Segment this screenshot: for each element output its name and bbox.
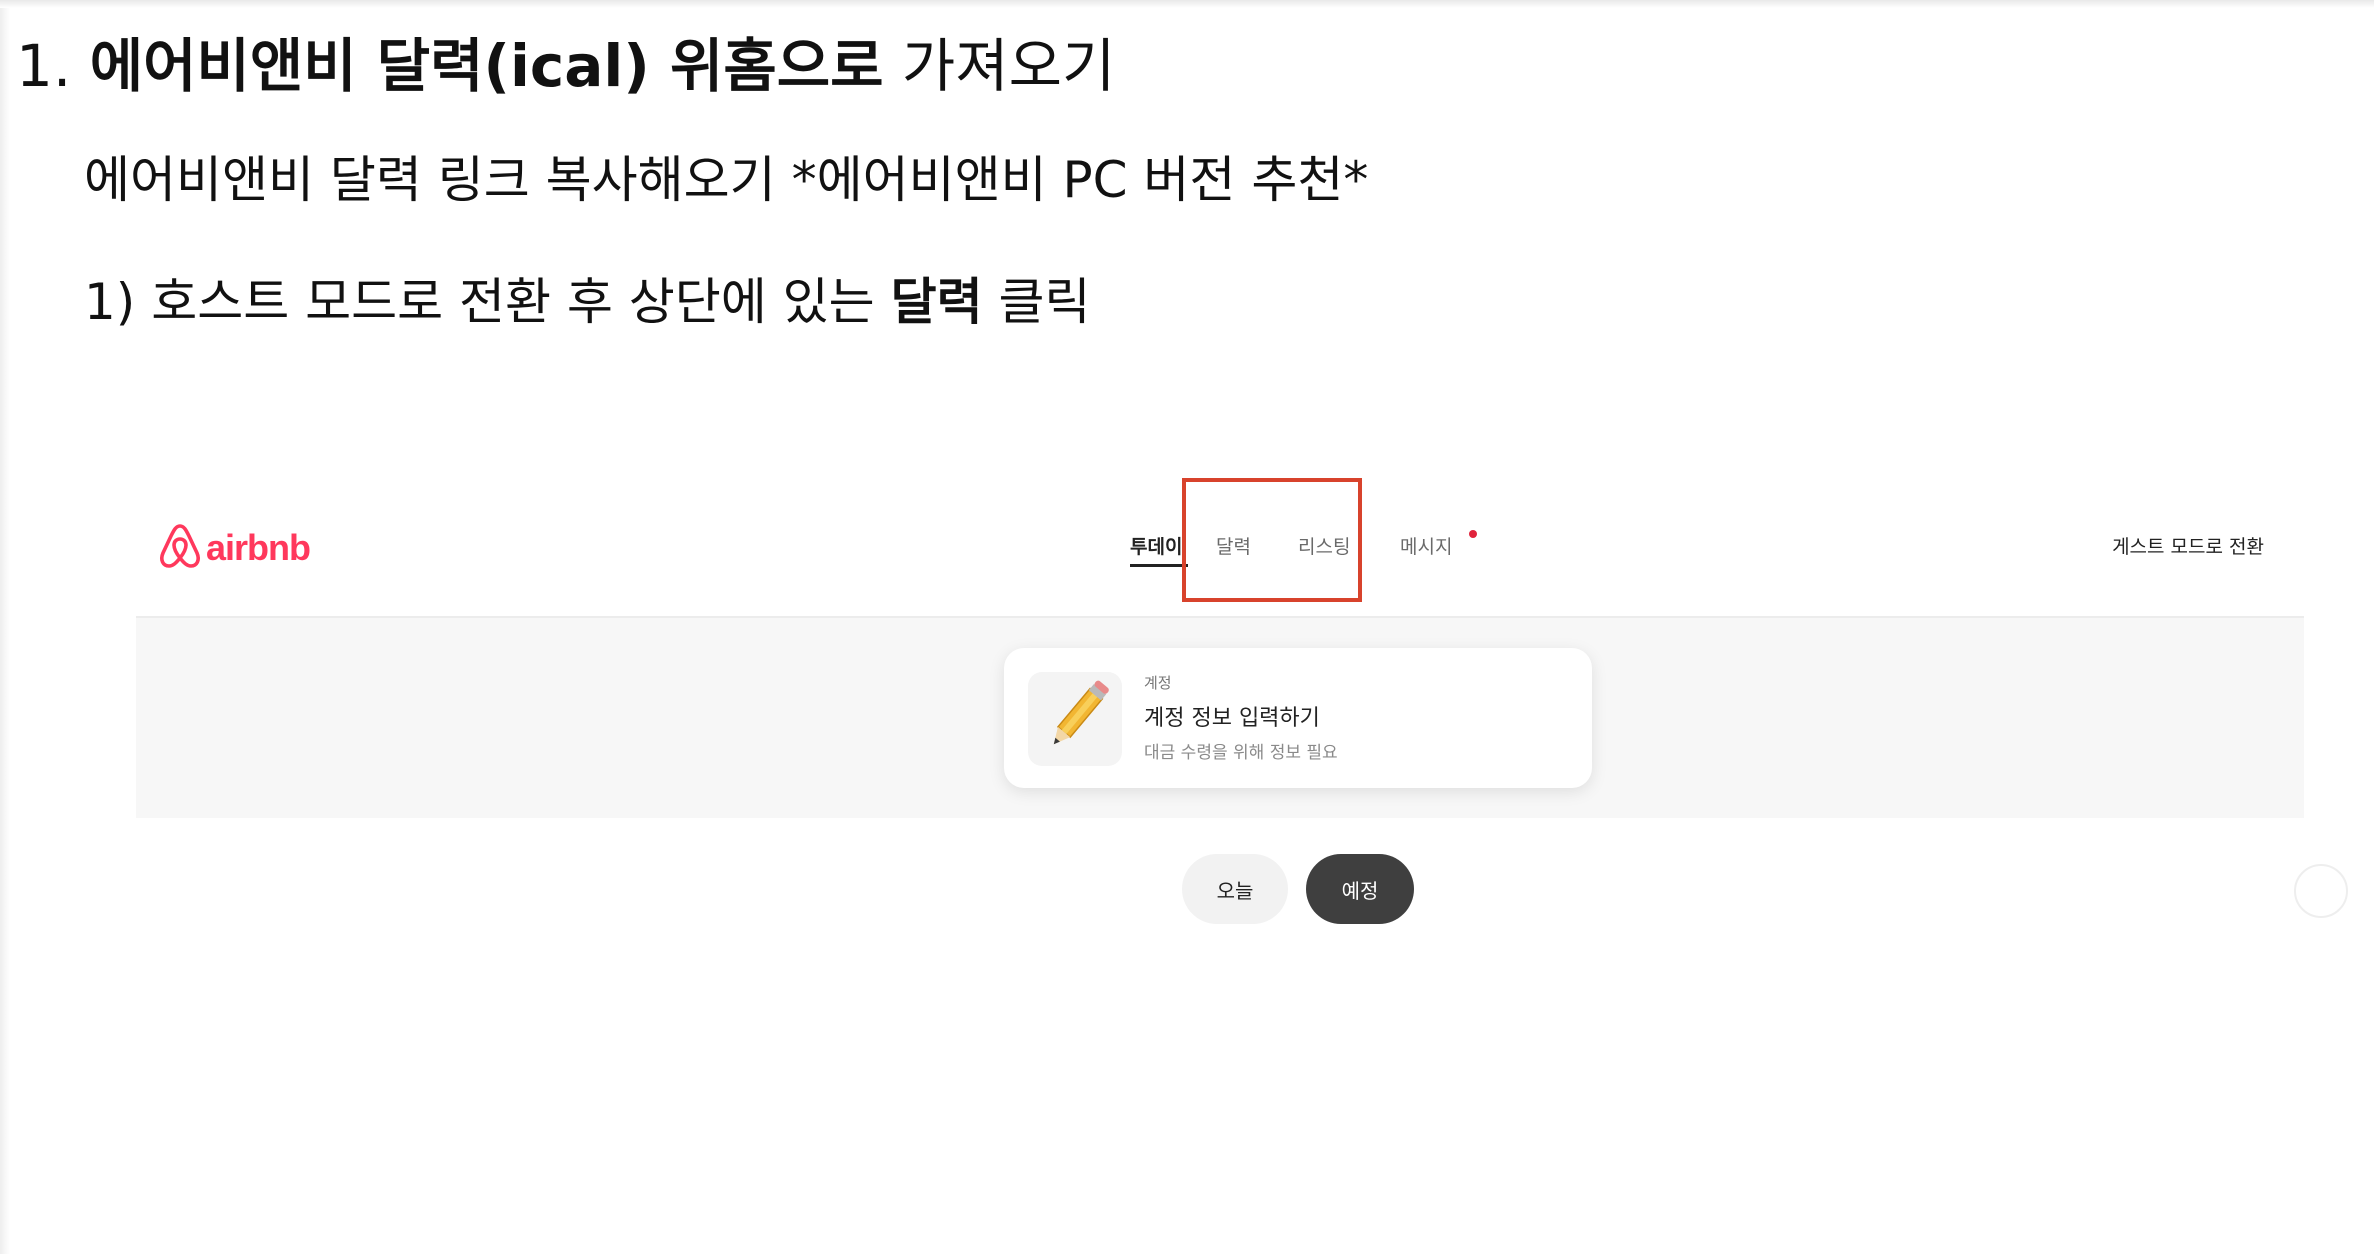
page-top-shadow (0, 0, 2374, 8)
airbnb-logo-text: airbnb (206, 527, 311, 568)
scroll-arrow-button[interactable] (2294, 864, 2348, 918)
section-heading: 1. 에어비앤비 달력(ical) 위홈으로 가져오기 (16, 22, 1115, 110)
airbnb-belo-icon (158, 522, 202, 574)
step-bold-keyword: 달력 (890, 273, 983, 331)
nav-tab-messages[interactable]: 메시지 (1400, 532, 1452, 559)
heading-rest-text: 가져오기 (901, 32, 1116, 100)
nav-tab-today[interactable]: 투데이 (1130, 532, 1182, 559)
page-left-shadow (0, 0, 10, 1254)
card-thumbnail (1028, 672, 1122, 766)
pencil-icon (1028, 680, 1122, 770)
step-suffix: 클릭 (998, 273, 1091, 331)
step-instruction: 1) 호스트 모드로 전환 후 상단에 있는 달력 클릭 (84, 262, 1091, 342)
switch-to-guest-mode-link[interactable]: 게스트 모드로 전환 (2112, 532, 2264, 559)
message-notification-dot (1469, 530, 1477, 538)
airbnb-logo[interactable]: airbnb (158, 518, 311, 578)
card-title: 계정 정보 입력하기 (1144, 706, 1320, 731)
card-description: 대금 수령을 위해 정보 필요 (1144, 743, 1338, 763)
card-kicker-label: 계정 (1144, 674, 1172, 692)
upcoming-filter-button[interactable]: 예정 (1306, 854, 1414, 924)
subtitle: 에어비앤비 달력 링크 복사해오기 *에어비앤비 PC 버전 추천* (84, 151, 1369, 209)
heading-bold-text: 에어비앤비 달력(ical) 위홈으로 (89, 32, 884, 100)
step-prefix: 1) 호스트 모드로 전환 후 상단에 있는 (84, 273, 875, 331)
account-info-card[interactable]: 계정 계정 정보 입력하기 대금 수령을 위해 정보 필요 (1004, 648, 1592, 788)
heading-number: 1. (16, 32, 72, 100)
nav-active-underline (1130, 564, 1188, 567)
today-filter-button[interactable]: 오늘 (1182, 854, 1288, 924)
calendar-highlight-box (1182, 478, 1362, 602)
